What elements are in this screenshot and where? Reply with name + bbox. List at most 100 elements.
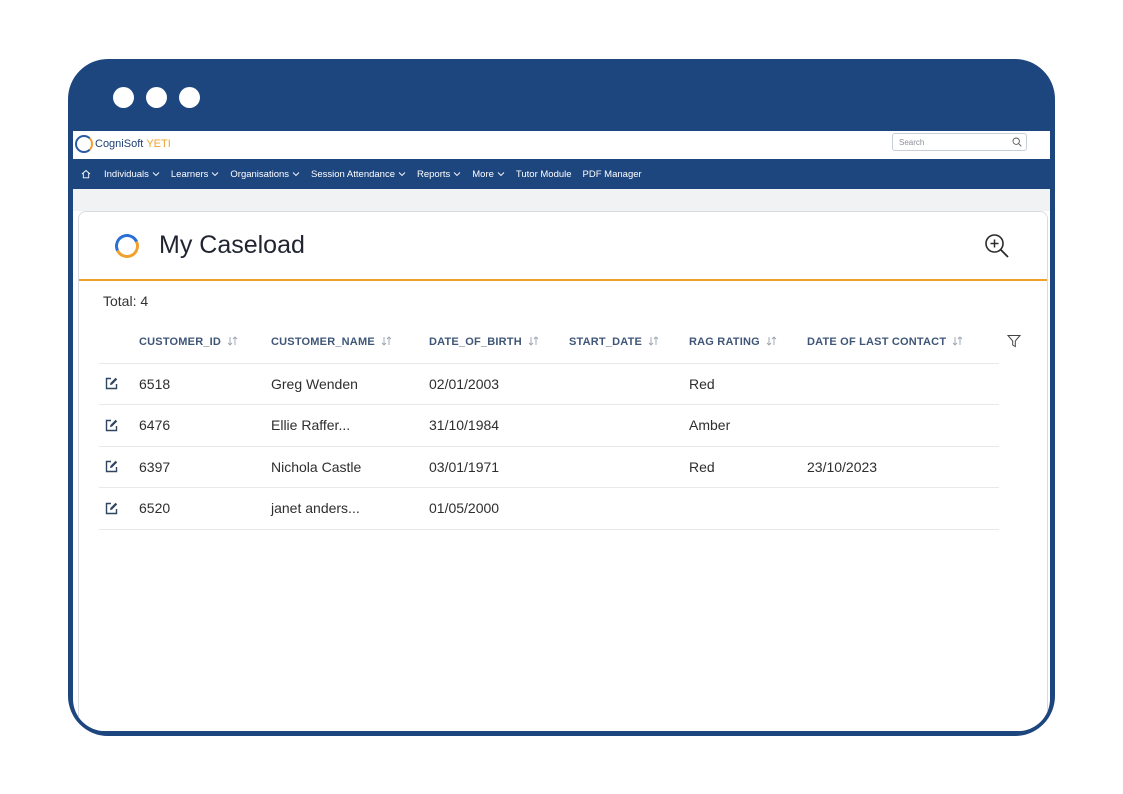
edit-icon[interactable] <box>105 419 118 432</box>
page-title: My Caseload <box>159 231 305 259</box>
sort-icon[interactable] <box>648 336 659 346</box>
window-dot-minimize[interactable] <box>146 87 167 108</box>
edit-cell <box>99 487 139 530</box>
column-header-label: RAG RATING <box>689 336 760 349</box>
home-icon[interactable] <box>81 169 91 179</box>
nav-tutor-module[interactable]: Tutor Module <box>516 169 572 180</box>
nav-label: Tutor Module <box>515 168 572 180</box>
column-header-edit <box>99 322 139 364</box>
app-screen: CogniSoft YETI Individuals Learners <box>73 131 1050 731</box>
nav-label: Session Attendance <box>311 168 395 180</box>
app-logo[interactable]: CogniSoft YETI <box>75 135 171 153</box>
column-header-start-date[interactable]: START_DATE <box>569 322 689 364</box>
total-count: Total: 4 <box>103 293 149 309</box>
cell-customer-name: Greg Wenden <box>271 363 429 405</box>
nav-pdf-manager[interactable]: PDF Manager <box>583 169 642 180</box>
top-bar: CogniSoft YETI <box>73 131 1050 159</box>
sort-icon[interactable] <box>528 336 539 346</box>
search-input[interactable] <box>893 135 1003 149</box>
search-box <box>892 133 1027 151</box>
caseload-logo-icon <box>111 230 143 262</box>
sort-icon[interactable] <box>952 336 963 346</box>
column-header-label: DATE OF LAST CONTACT <box>807 336 947 349</box>
edit-icon[interactable] <box>105 502 118 515</box>
cell-date-of-birth: 02/01/2003 <box>429 363 569 405</box>
cell-rag-rating <box>689 487 807 530</box>
search-icon[interactable] <box>1012 137 1022 147</box>
nav-session-attendance[interactable]: Session Attendance <box>311 169 406 180</box>
nav-reports[interactable]: Reports <box>417 169 461 180</box>
cell-start-date <box>569 487 689 530</box>
table-row[interactable]: 6518 Greg Wenden 02/01/2003 Red <box>99 363 999 405</box>
cell-customer-name: janet anders... <box>271 487 429 530</box>
cell-start-date <box>569 363 689 405</box>
chevron-down-icon <box>212 172 219 177</box>
sort-icon[interactable] <box>227 336 238 346</box>
cell-customer-name: Ellie Raffer... <box>271 404 429 447</box>
logo-text-secondary: YETI <box>146 138 171 150</box>
nav-organisations[interactable]: Organisations <box>230 169 300 180</box>
caseload-table: CUSTOMER_ID CUSTOMER_NAME DATE_OF_BIRTH … <box>99 322 999 530</box>
cell-date-of-last-contact <box>807 404 999 447</box>
window-dot-maximize[interactable] <box>179 87 200 108</box>
logo-text-primary: CogniSoft <box>95 138 144 150</box>
cell-date-of-birth: 01/05/2000 <box>429 487 569 530</box>
column-header-label: CUSTOMER_ID <box>139 336 222 349</box>
edit-icon[interactable] <box>105 377 118 390</box>
column-header-date-of-last-contact[interactable]: DATE OF LAST CONTACT <box>807 322 999 364</box>
sort-icon[interactable] <box>381 336 392 346</box>
chevron-down-icon <box>292 172 300 177</box>
cell-date-of-birth: 31/10/1984 <box>429 404 569 447</box>
nav-individuals[interactable]: Individuals <box>104 169 160 180</box>
cell-start-date <box>569 446 689 488</box>
browser-window: CogniSoft YETI Individuals Learners <box>68 59 1055 736</box>
zoom-in-icon[interactable] <box>983 232 1011 260</box>
column-header-customer-name[interactable]: CUSTOMER_NAME <box>271 322 429 364</box>
cell-start-date <box>569 404 689 447</box>
nav-label: Organisations <box>230 168 290 180</box>
column-header-date-of-birth[interactable]: DATE_OF_BIRTH <box>429 322 569 364</box>
nav-label: Learners <box>170 168 209 180</box>
chevron-down-icon <box>497 172 505 177</box>
nav-label: More <box>472 168 494 180</box>
cell-customer-name: Nichola Castle <box>271 446 429 488</box>
chevron-down-icon <box>152 172 160 177</box>
table-header-row: CUSTOMER_ID CUSTOMER_NAME DATE_OF_BIRTH … <box>99 322 999 364</box>
cell-rag-rating: Red <box>689 363 807 405</box>
window-controls <box>113 87 200 108</box>
table-row[interactable]: 6476 Ellie Raffer... 31/10/1984 Amber <box>99 404 999 447</box>
cell-date-of-birth: 03/01/1971 <box>429 446 569 488</box>
sort-icon[interactable] <box>766 336 777 346</box>
cell-date-of-last-contact <box>807 363 999 405</box>
cell-date-of-last-contact <box>807 487 999 530</box>
table-row[interactable]: 6520 janet anders... 01/05/2000 <box>99 487 999 530</box>
chevron-down-icon <box>453 172 461 177</box>
chevron-down-icon <box>398 172 406 177</box>
cell-customer-id: 6397 <box>139 446 271 488</box>
edit-cell <box>99 404 139 447</box>
cell-rag-rating: Red <box>689 446 807 488</box>
cell-customer-id: 6518 <box>139 363 271 405</box>
nav-label: Individuals <box>104 168 149 180</box>
window-dot-close[interactable] <box>113 87 134 108</box>
card-header: My Caseload <box>79 212 1047 281</box>
column-header-customer-id[interactable]: CUSTOMER_ID <box>139 322 271 364</box>
nav-learners[interactable]: Learners <box>171 169 220 180</box>
filter-icon[interactable] <box>1007 334 1021 348</box>
nav-label: Reports <box>417 168 451 180</box>
table-row[interactable]: 6397 Nichola Castle 03/01/1971 Red 23/10… <box>99 446 999 488</box>
edit-cell <box>99 363 139 405</box>
column-header-rag-rating[interactable]: RAG RATING <box>689 322 807 364</box>
edit-icon[interactable] <box>105 460 118 473</box>
cell-customer-id: 6520 <box>139 487 271 530</box>
cell-date-of-last-contact: 23/10/2023 <box>807 446 999 488</box>
content-background <box>73 189 1050 211</box>
cell-customer-id: 6476 <box>139 404 271 447</box>
edit-cell <box>99 446 139 488</box>
nav-more[interactable]: More <box>472 169 505 180</box>
caseload-card: My Caseload Total: 4 CUSTOMER_ID CUSTOME… <box>78 211 1048 731</box>
nav-label: PDF Manager <box>582 168 642 180</box>
logo-icon <box>75 135 93 153</box>
cell-rag-rating: Amber <box>689 404 807 447</box>
main-nav: Individuals Learners Organisations Sessi… <box>73 159 1050 189</box>
